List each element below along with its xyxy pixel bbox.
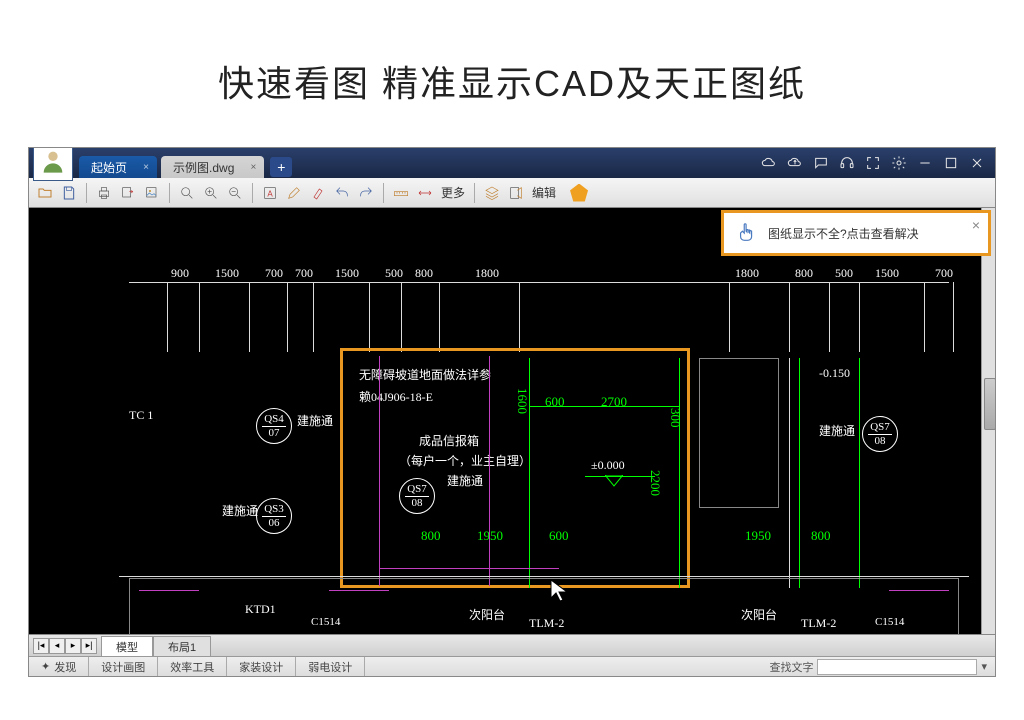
redo-icon[interactable]: [356, 183, 376, 203]
qs7-badge: QS708: [399, 478, 435, 514]
edit-icon[interactable]: [506, 183, 526, 203]
mag-minus-icon[interactable]: [225, 183, 245, 203]
edit-label[interactable]: 编辑: [530, 184, 558, 201]
status-discover[interactable]: ✦发现: [29, 657, 89, 676]
search-input[interactable]: [817, 659, 977, 675]
status-tools[interactable]: 效率工具: [158, 657, 227, 676]
save-icon[interactable]: [59, 183, 79, 203]
svg-text:A: A: [267, 189, 273, 198]
close-icon[interactable]: ×: [143, 162, 149, 173]
close-icon[interactable]: ×: [251, 162, 257, 173]
close-icon[interactable]: ×: [972, 217, 980, 233]
status-search: 查找文字 ▾: [761, 659, 995, 675]
message-icon[interactable]: [813, 155, 829, 171]
zoom-icon[interactable]: [177, 183, 197, 203]
last-icon[interactable]: ▸|: [81, 638, 97, 654]
pointer-icon: [736, 222, 758, 244]
cursor-icon: [549, 578, 569, 602]
pencil-icon[interactable]: [284, 183, 304, 203]
sheet-tab-layout1[interactable]: 布局1: [153, 636, 211, 657]
status-elec[interactable]: 弱电设计: [296, 657, 365, 676]
undo-icon[interactable]: [332, 183, 352, 203]
notification-text: 图纸显示不全?点击查看解决: [768, 225, 919, 242]
status-design[interactable]: 设计画图: [89, 657, 158, 676]
titlebar: 起始页× 示例图.dwg× +: [29, 148, 995, 178]
minimize-icon[interactable]: [917, 155, 933, 171]
vip-icon[interactable]: [570, 184, 588, 202]
elev-neg: -0.150: [819, 366, 850, 381]
text-a-icon[interactable]: A: [260, 183, 280, 203]
toolbar: A 更多 编辑: [29, 178, 995, 208]
open-icon[interactable]: [35, 183, 55, 203]
drawing-canvas[interactable]: 900 1500 700 700 1500 500 800 1800 1800 …: [29, 208, 995, 634]
qs3-badge: QS306: [256, 498, 292, 534]
qs4-badge: QS407: [256, 408, 292, 444]
sheet-tab-model[interactable]: 模型: [101, 636, 153, 657]
avatar[interactable]: [33, 147, 73, 181]
highlight-icon[interactable]: [308, 183, 328, 203]
headset-icon[interactable]: [839, 155, 855, 171]
mag-plus-icon[interactable]: [201, 183, 221, 203]
fullscreen-icon[interactable]: [865, 155, 881, 171]
export-image-icon[interactable]: [142, 183, 162, 203]
sheet-tabs: |◂ ◂ ▸ ▸| 模型 布局1: [29, 634, 995, 656]
elev-zero: ±0.000: [591, 458, 625, 473]
maximize-icon[interactable]: [943, 155, 959, 171]
cloud-icon[interactable]: [761, 155, 777, 171]
measure2-icon[interactable]: [415, 183, 435, 203]
upload-icon[interactable]: [787, 155, 803, 171]
prev-icon[interactable]: ◂: [49, 638, 65, 654]
tc1-label: TC 1: [129, 408, 153, 423]
tab-start[interactable]: 起始页×: [79, 156, 157, 178]
window-controls: [761, 155, 995, 171]
export-icon[interactable]: [118, 183, 138, 203]
gear-icon[interactable]: [891, 155, 907, 171]
first-icon[interactable]: |◂: [33, 638, 49, 654]
status-decor[interactable]: 家装设计: [227, 657, 296, 676]
scrollbar-vertical[interactable]: [981, 208, 995, 634]
page-heading: 快速看图 精准显示CAD及天正图纸: [0, 0, 1024, 147]
app-window: 起始页× 示例图.dwg× + A: [28, 147, 996, 677]
next-icon[interactable]: ▸: [65, 638, 81, 654]
chevron-down-icon[interactable]: ▾: [981, 660, 987, 673]
layers-icon[interactable]: [482, 183, 502, 203]
more-label[interactable]: 更多: [439, 184, 467, 201]
measure-icon[interactable]: [391, 183, 411, 203]
close-icon[interactable]: [969, 155, 985, 171]
new-tab-button[interactable]: +: [270, 157, 292, 177]
tab-file[interactable]: 示例图.dwg×: [161, 156, 264, 178]
print-icon[interactable]: [94, 183, 114, 203]
qs7b-badge: QS708: [862, 416, 898, 452]
statusbar: ✦发现 设计画图 效率工具 家装设计 弱电设计 查找文字 ▾: [29, 656, 995, 676]
notification-banner[interactable]: 图纸显示不全?点击查看解决 ×: [721, 210, 991, 256]
